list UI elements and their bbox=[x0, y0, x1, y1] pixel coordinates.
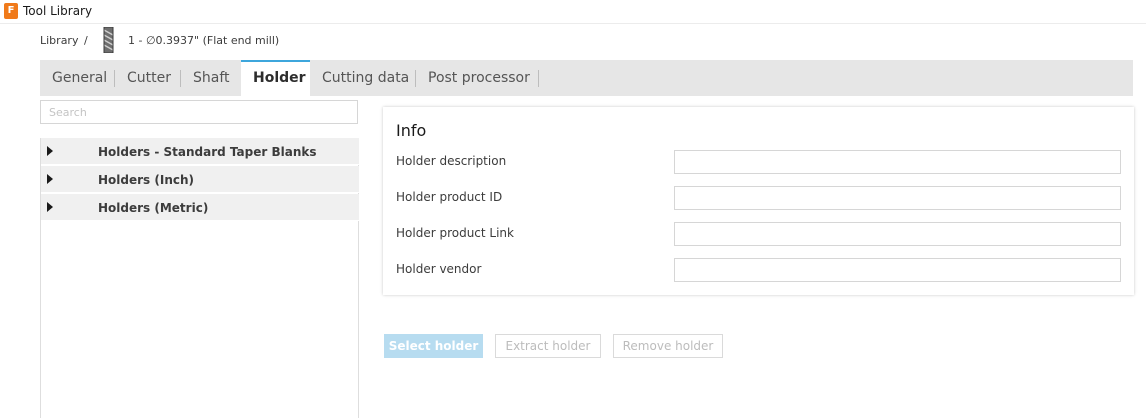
holder-vendor-label: Holder vendor bbox=[396, 262, 482, 276]
tab-label: Shaft bbox=[193, 70, 230, 86]
tab-divider bbox=[415, 70, 416, 87]
info-title: Info bbox=[396, 121, 427, 140]
tab-cutter[interactable]: Cutter bbox=[127, 60, 171, 96]
select-holder-button[interactable]: Select holder bbox=[384, 334, 483, 358]
expand-arrow-icon[interactable] bbox=[47, 174, 53, 184]
tree-item-label: Holders (Inch) bbox=[98, 173, 194, 187]
remove-holder-button[interactable]: Remove holder bbox=[613, 334, 723, 358]
expand-arrow-icon[interactable] bbox=[47, 202, 53, 212]
tab-label: Cutting data bbox=[322, 70, 410, 86]
holder-vendor-field[interactable] bbox=[674, 258, 1121, 282]
tree-item-holders-metric[interactable]: Holders (Metric) bbox=[41, 194, 359, 221]
tree-item-label: Holders - Standard Taper Blanks bbox=[98, 145, 317, 159]
tree-item-label: Holders (Metric) bbox=[98, 201, 209, 215]
tab-divider bbox=[180, 70, 181, 87]
holder-product-id-label: Holder product ID bbox=[396, 190, 503, 204]
holder-product-link-label: Holder product Link bbox=[396, 226, 514, 240]
holder-tree: Holders - Standard Taper Blanks Holders … bbox=[40, 138, 359, 418]
info-panel: Info Holder description Holder product I… bbox=[383, 107, 1134, 295]
extract-holder-button[interactable]: Extract holder bbox=[495, 334, 601, 358]
tab-general[interactable]: General bbox=[52, 60, 107, 96]
window-title: Tool Library bbox=[23, 4, 93, 18]
tree-item-holders-inch[interactable]: Holders (Inch) bbox=[41, 166, 359, 193]
breadcrumb-tool-name: 1 - ∅0.3937" (Flat end mill) bbox=[128, 34, 280, 47]
tab-label: Holder bbox=[253, 70, 306, 86]
search-input[interactable] bbox=[40, 100, 358, 124]
tab-label: Cutter bbox=[127, 70, 171, 86]
breadcrumb-separator: / bbox=[84, 34, 88, 47]
tab-label: General bbox=[52, 70, 108, 86]
holder-product-link-field[interactable] bbox=[674, 222, 1121, 246]
tab-label: Post processor bbox=[428, 70, 530, 86]
holder-description-label: Holder description bbox=[396, 154, 507, 168]
tab-post-processor[interactable]: Post processor bbox=[428, 60, 530, 96]
expand-arrow-icon[interactable] bbox=[47, 146, 53, 156]
breadcrumb-library-link[interactable]: Library bbox=[40, 34, 78, 47]
holder-product-id-field[interactable] bbox=[674, 186, 1121, 210]
title-bar: F Tool Library bbox=[0, 0, 1146, 24]
tab-divider bbox=[538, 70, 539, 87]
tab-shaft[interactable]: Shaft bbox=[193, 60, 230, 96]
tab-holder[interactable]: Holder bbox=[241, 60, 310, 96]
tab-bar: General Cutter Shaft Holder Cutting data… bbox=[40, 60, 1133, 96]
tree-item-standard-taper-blanks[interactable]: Holders - Standard Taper Blanks bbox=[41, 138, 359, 165]
holder-description-field[interactable] bbox=[674, 150, 1121, 174]
tab-divider bbox=[114, 70, 115, 87]
fusion-app-icon: F bbox=[4, 3, 18, 19]
tab-cutting-data[interactable]: Cutting data bbox=[322, 60, 409, 96]
flat-end-mill-icon bbox=[103, 27, 114, 53]
